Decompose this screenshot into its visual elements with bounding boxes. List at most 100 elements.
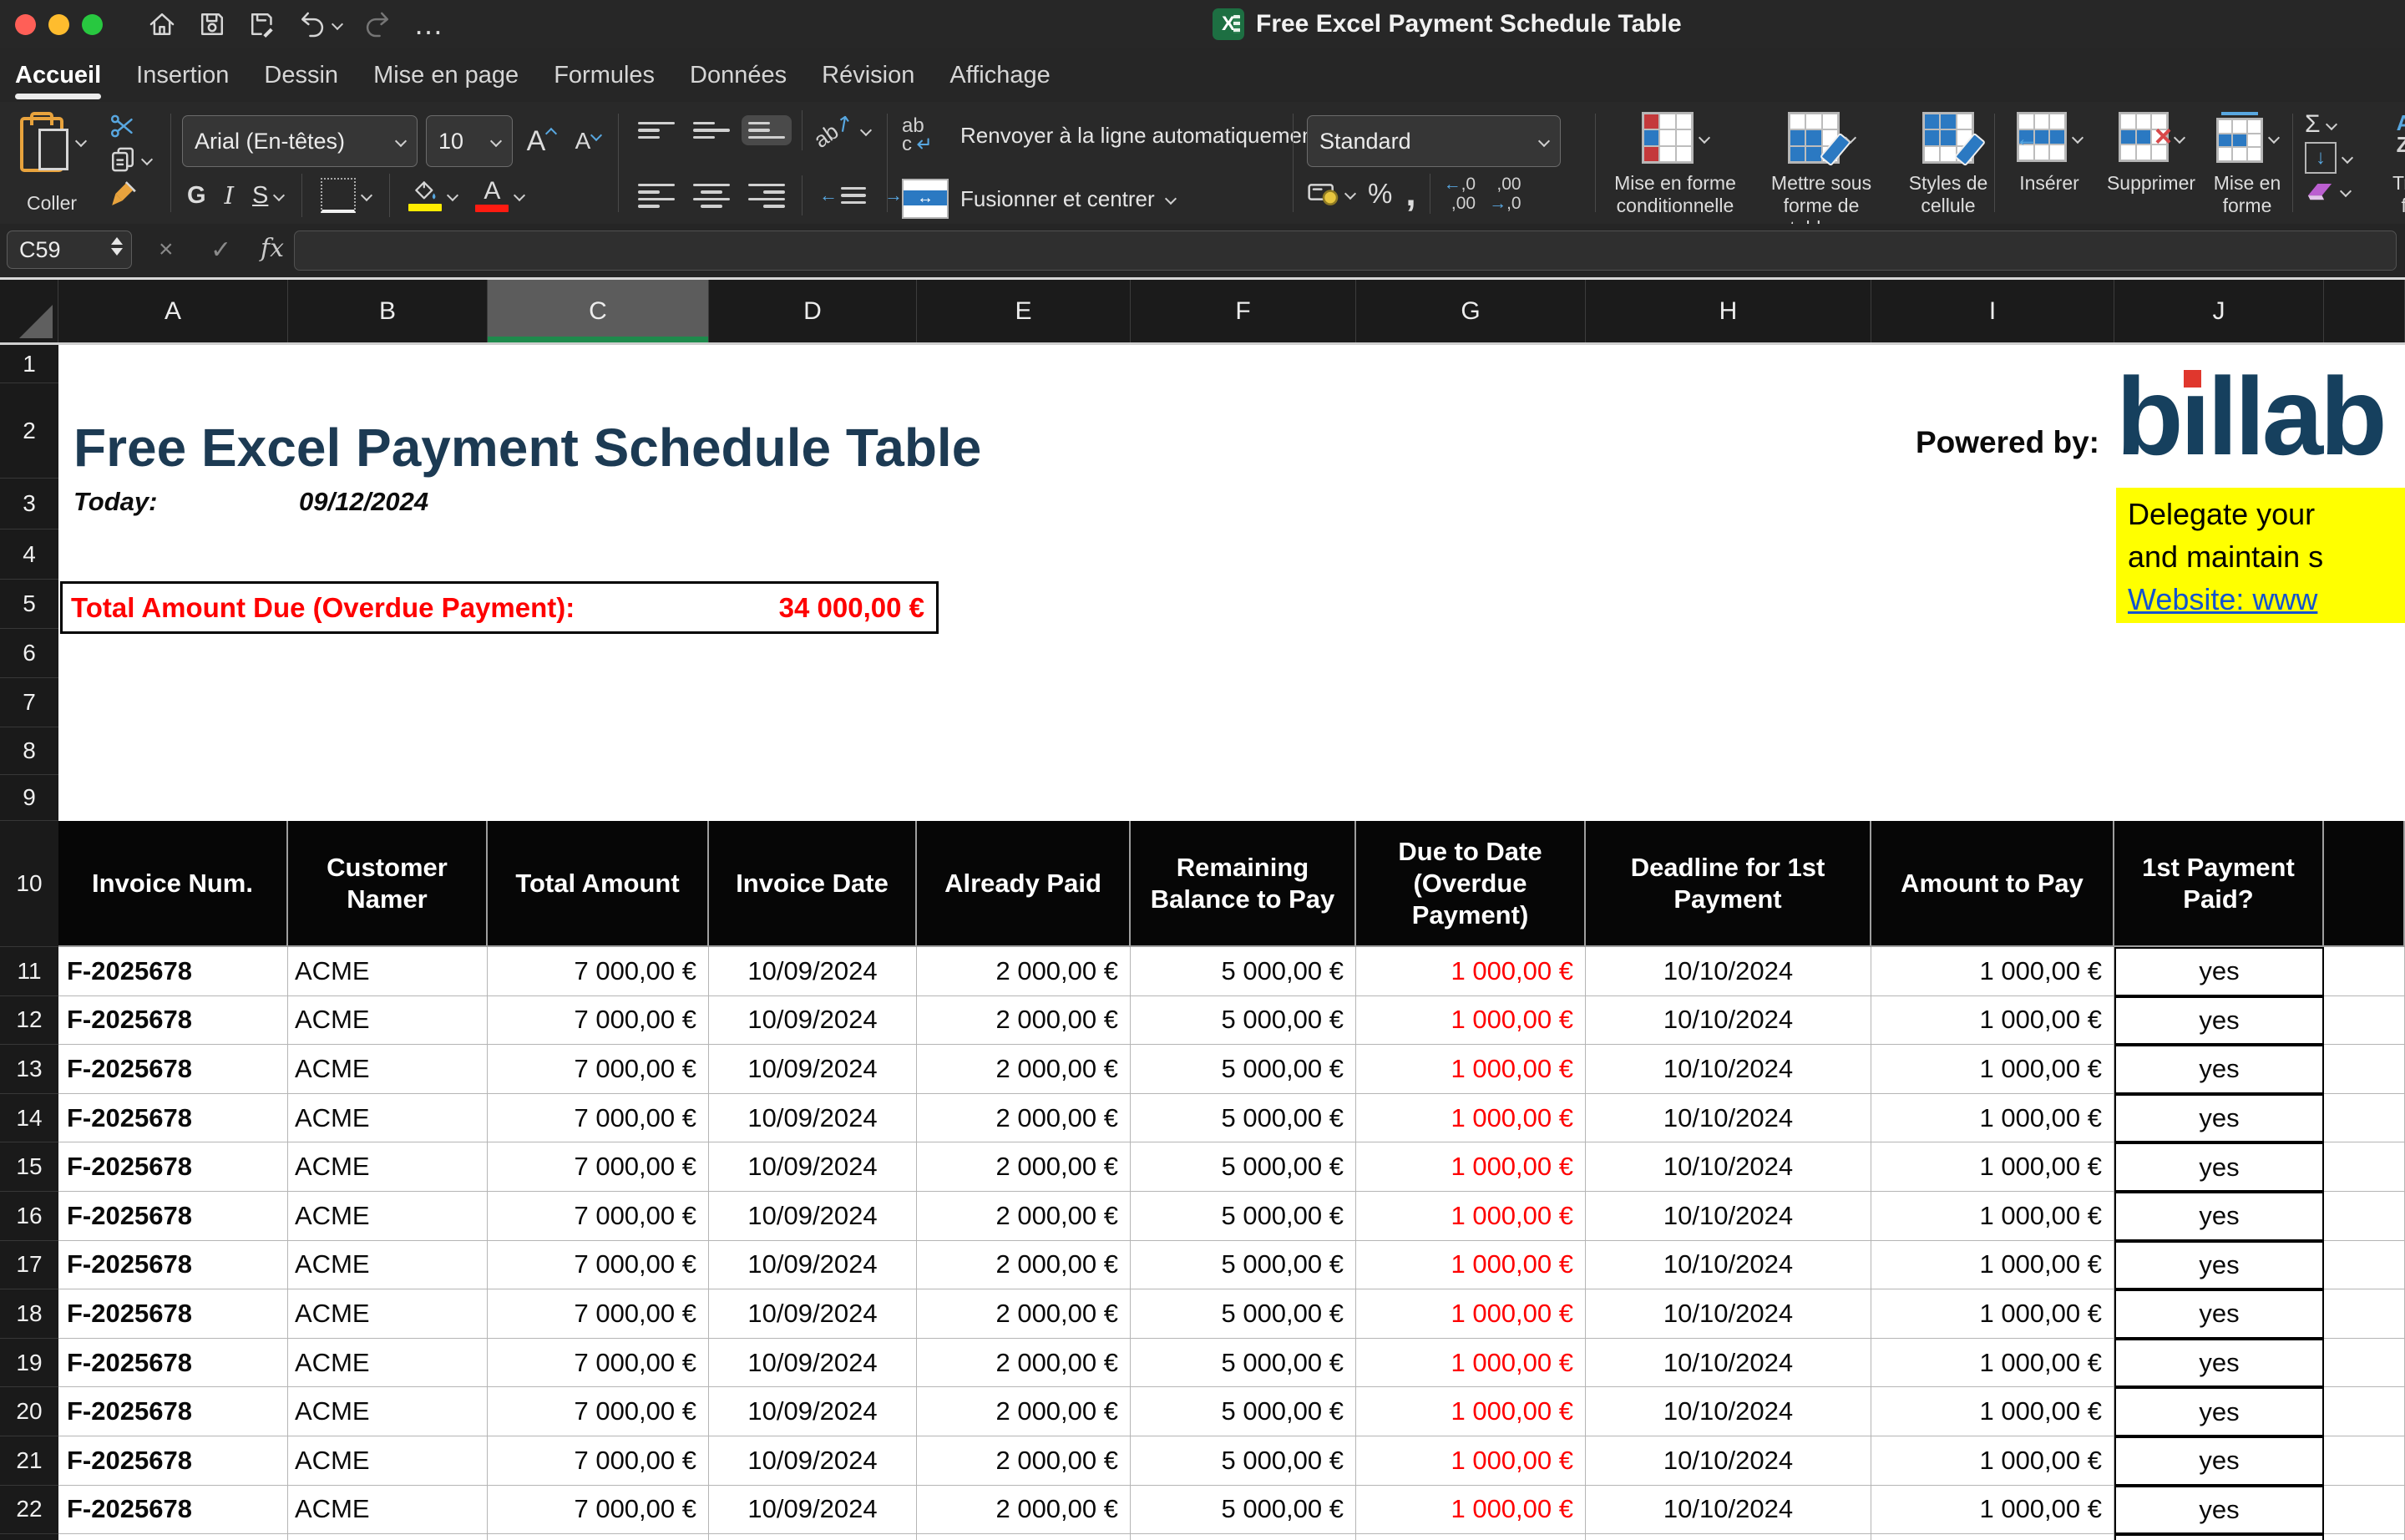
cell-overdue[interactable]: 1 000,00 € xyxy=(1356,1289,1586,1339)
align-middle-button[interactable] xyxy=(686,115,737,146)
cell-paid[interactable]: 2 000,00 € xyxy=(917,1289,1131,1339)
sort-filter-button[interactable]: AZ Trier etfiltrer xyxy=(2368,112,2405,217)
cell-customer[interactable]: ACME xyxy=(288,1436,488,1486)
cell-paid[interactable]: 2 000,00 € xyxy=(917,1339,1131,1388)
tab-révision[interactable]: Révision xyxy=(822,48,914,102)
cell-invoice[interactable]: F-2025678 xyxy=(58,1045,288,1094)
row-header-3[interactable]: 3 xyxy=(0,479,58,529)
cell-invoice[interactable]: F-2025678 xyxy=(58,1142,288,1192)
font-color-button[interactable]: A xyxy=(475,180,524,212)
merge-center-button[interactable]: ↔ Fusionner et centrer xyxy=(902,179,1175,219)
cell-overdue[interactable]: 1 000,00 € xyxy=(1356,1534,1586,1540)
cell-overdue[interactable]: 1 000,00 € xyxy=(1356,1045,1586,1094)
autosum-button[interactable]: Σ xyxy=(2305,109,2352,140)
cell-invoice[interactable]: F-2025678 xyxy=(58,1339,288,1388)
cell-blank[interactable] xyxy=(2324,1534,2405,1540)
cell-paid_first[interactable]: yes xyxy=(2114,1192,2324,1241)
cell-date[interactable]: 10/09/2024 xyxy=(709,1534,917,1540)
cell-date[interactable]: 10/09/2024 xyxy=(709,1094,917,1143)
row-header-9[interactable]: 9 xyxy=(0,775,58,821)
column-header-A[interactable]: A xyxy=(58,280,288,342)
cell-paid[interactable]: 2 000,00 € xyxy=(917,1241,1131,1290)
decrease-font-button[interactable]: A xyxy=(570,128,606,155)
cell-overdue[interactable]: 1 000,00 € xyxy=(1356,1241,1586,1290)
home-icon[interactable] xyxy=(148,10,176,38)
column-header-C[interactable]: C xyxy=(488,280,709,342)
cell-customer[interactable]: ACME xyxy=(288,1289,488,1339)
cell-deadline[interactable]: 10/10/2024 xyxy=(1586,1094,1871,1143)
tab-mise-en-page[interactable]: Mise en page xyxy=(373,48,519,102)
cell-deadline[interactable]: 10/10/2024 xyxy=(1586,1192,1871,1241)
row-header-4[interactable]: 4 xyxy=(0,529,58,580)
row-header-6[interactable]: 6 xyxy=(0,629,58,678)
cell-date[interactable]: 10/09/2024 xyxy=(709,1192,917,1241)
cell-amount[interactable]: 1 000,00 € xyxy=(1871,947,2114,996)
column-header-H[interactable]: H xyxy=(1586,280,1871,342)
cell-date[interactable]: 10/09/2024 xyxy=(709,1486,917,1535)
cell-paid[interactable]: 2 000,00 € xyxy=(917,1094,1131,1143)
cell-deadline[interactable]: 10/10/2024 xyxy=(1586,1387,1871,1436)
cell-remaining[interactable]: 5 000,00 € xyxy=(1131,1094,1356,1143)
cell-amount[interactable]: 1 000,00 € xyxy=(1871,1436,2114,1486)
cell-paid[interactable]: 2 000,00 € xyxy=(917,1387,1131,1436)
cell-total[interactable]: 7 000,00 € xyxy=(488,1094,709,1143)
cell-customer[interactable]: ACME xyxy=(288,1045,488,1094)
table-header-already-paid[interactable]: Already Paid xyxy=(917,821,1131,947)
cell-paid[interactable]: 2 000,00 € xyxy=(917,1436,1131,1486)
row-header-7[interactable]: 7 xyxy=(0,678,58,727)
cell-deadline[interactable]: 10/10/2024 xyxy=(1586,1534,1871,1540)
cell-paid[interactable]: 2 000,00 € xyxy=(917,1142,1131,1192)
cell-customer[interactable]: ACME xyxy=(288,1192,488,1241)
format-painter-icon[interactable] xyxy=(109,179,139,209)
more-icon[interactable]: … xyxy=(413,16,445,33)
name-box[interactable]: C59 xyxy=(7,230,132,269)
table-header-invoice-date[interactable]: Invoice Date xyxy=(709,821,917,947)
column-header-D[interactable]: D xyxy=(709,280,917,342)
row-header-14[interactable]: 14 xyxy=(0,1094,58,1143)
column-header-I[interactable]: I xyxy=(1871,280,2114,342)
cancel-icon[interactable]: × xyxy=(159,236,174,264)
cell-remaining[interactable]: 5 000,00 € xyxy=(1131,1045,1356,1094)
cell-overdue[interactable]: 1 000,00 € xyxy=(1356,1339,1586,1388)
align-left-button[interactable] xyxy=(631,177,681,215)
cell-amount[interactable]: 1 000,00 € xyxy=(1871,1045,2114,1094)
row-header-11[interactable]: 11 xyxy=(0,947,58,996)
align-top-button[interactable] xyxy=(631,115,681,146)
undo-chevron-icon[interactable] xyxy=(332,18,343,30)
cell-paid[interactable]: 2 000,00 € xyxy=(917,1486,1131,1535)
cell-customer[interactable]: ACME xyxy=(288,996,488,1046)
row-header-1[interactable]: 1 xyxy=(0,345,58,383)
copy-chevron-icon[interactable] xyxy=(141,154,153,165)
orientation-button[interactable]: ab↗ xyxy=(813,118,870,144)
cell-overdue[interactable]: 1 000,00 € xyxy=(1356,1387,1586,1436)
align-bottom-button[interactable] xyxy=(742,115,792,146)
tab-dessin[interactable]: Dessin xyxy=(264,48,338,102)
accounting-format-button[interactable] xyxy=(1307,180,1354,208)
tab-affichage[interactable]: Affichage xyxy=(949,48,1050,102)
table-header-customer-namer[interactable]: Customer Namer xyxy=(288,821,488,947)
row-header-5[interactable]: 5 xyxy=(0,580,58,629)
align-center-button[interactable] xyxy=(686,177,737,215)
cell-customer[interactable]: ACME xyxy=(288,947,488,996)
cell-total[interactable]: 7 000,00 € xyxy=(488,1241,709,1290)
cell-amount[interactable]: 1 000,00 € xyxy=(1871,1339,2114,1388)
column-header-B[interactable]: B xyxy=(288,280,488,342)
row-header-8[interactable]: 8 xyxy=(0,727,58,775)
cell-deadline[interactable]: 10/10/2024 xyxy=(1586,947,1871,996)
cell-blank[interactable] xyxy=(2324,1045,2405,1094)
cell-date[interactable]: 10/09/2024 xyxy=(709,1436,917,1486)
cell-date[interactable]: 10/09/2024 xyxy=(709,1289,917,1339)
cell-invoice[interactable]: F-2025678 xyxy=(58,1192,288,1241)
cell-blank[interactable] xyxy=(2324,1387,2405,1436)
table-header-invoice-num[interactable]: Invoice Num. xyxy=(58,821,288,947)
total-due-box[interactable]: Total Amount Due (Overdue Payment): 34 0… xyxy=(60,581,939,634)
underline-button[interactable]: S xyxy=(252,182,283,210)
today-label-cell[interactable]: Today: xyxy=(73,487,94,508)
cell-invoice[interactable]: F-2025678 xyxy=(58,1094,288,1143)
cell-deadline[interactable]: 10/10/2024 xyxy=(1586,1339,1871,1388)
row-header-23[interactable]: 23 xyxy=(0,1534,58,1540)
column-header-G[interactable]: G xyxy=(1356,280,1586,342)
cell-remaining[interactable]: 5 000,00 € xyxy=(1131,1289,1356,1339)
decrease-decimal-button[interactable]: ←,0 ,00 xyxy=(1444,175,1476,213)
clear-button[interactable] xyxy=(2305,175,2352,207)
